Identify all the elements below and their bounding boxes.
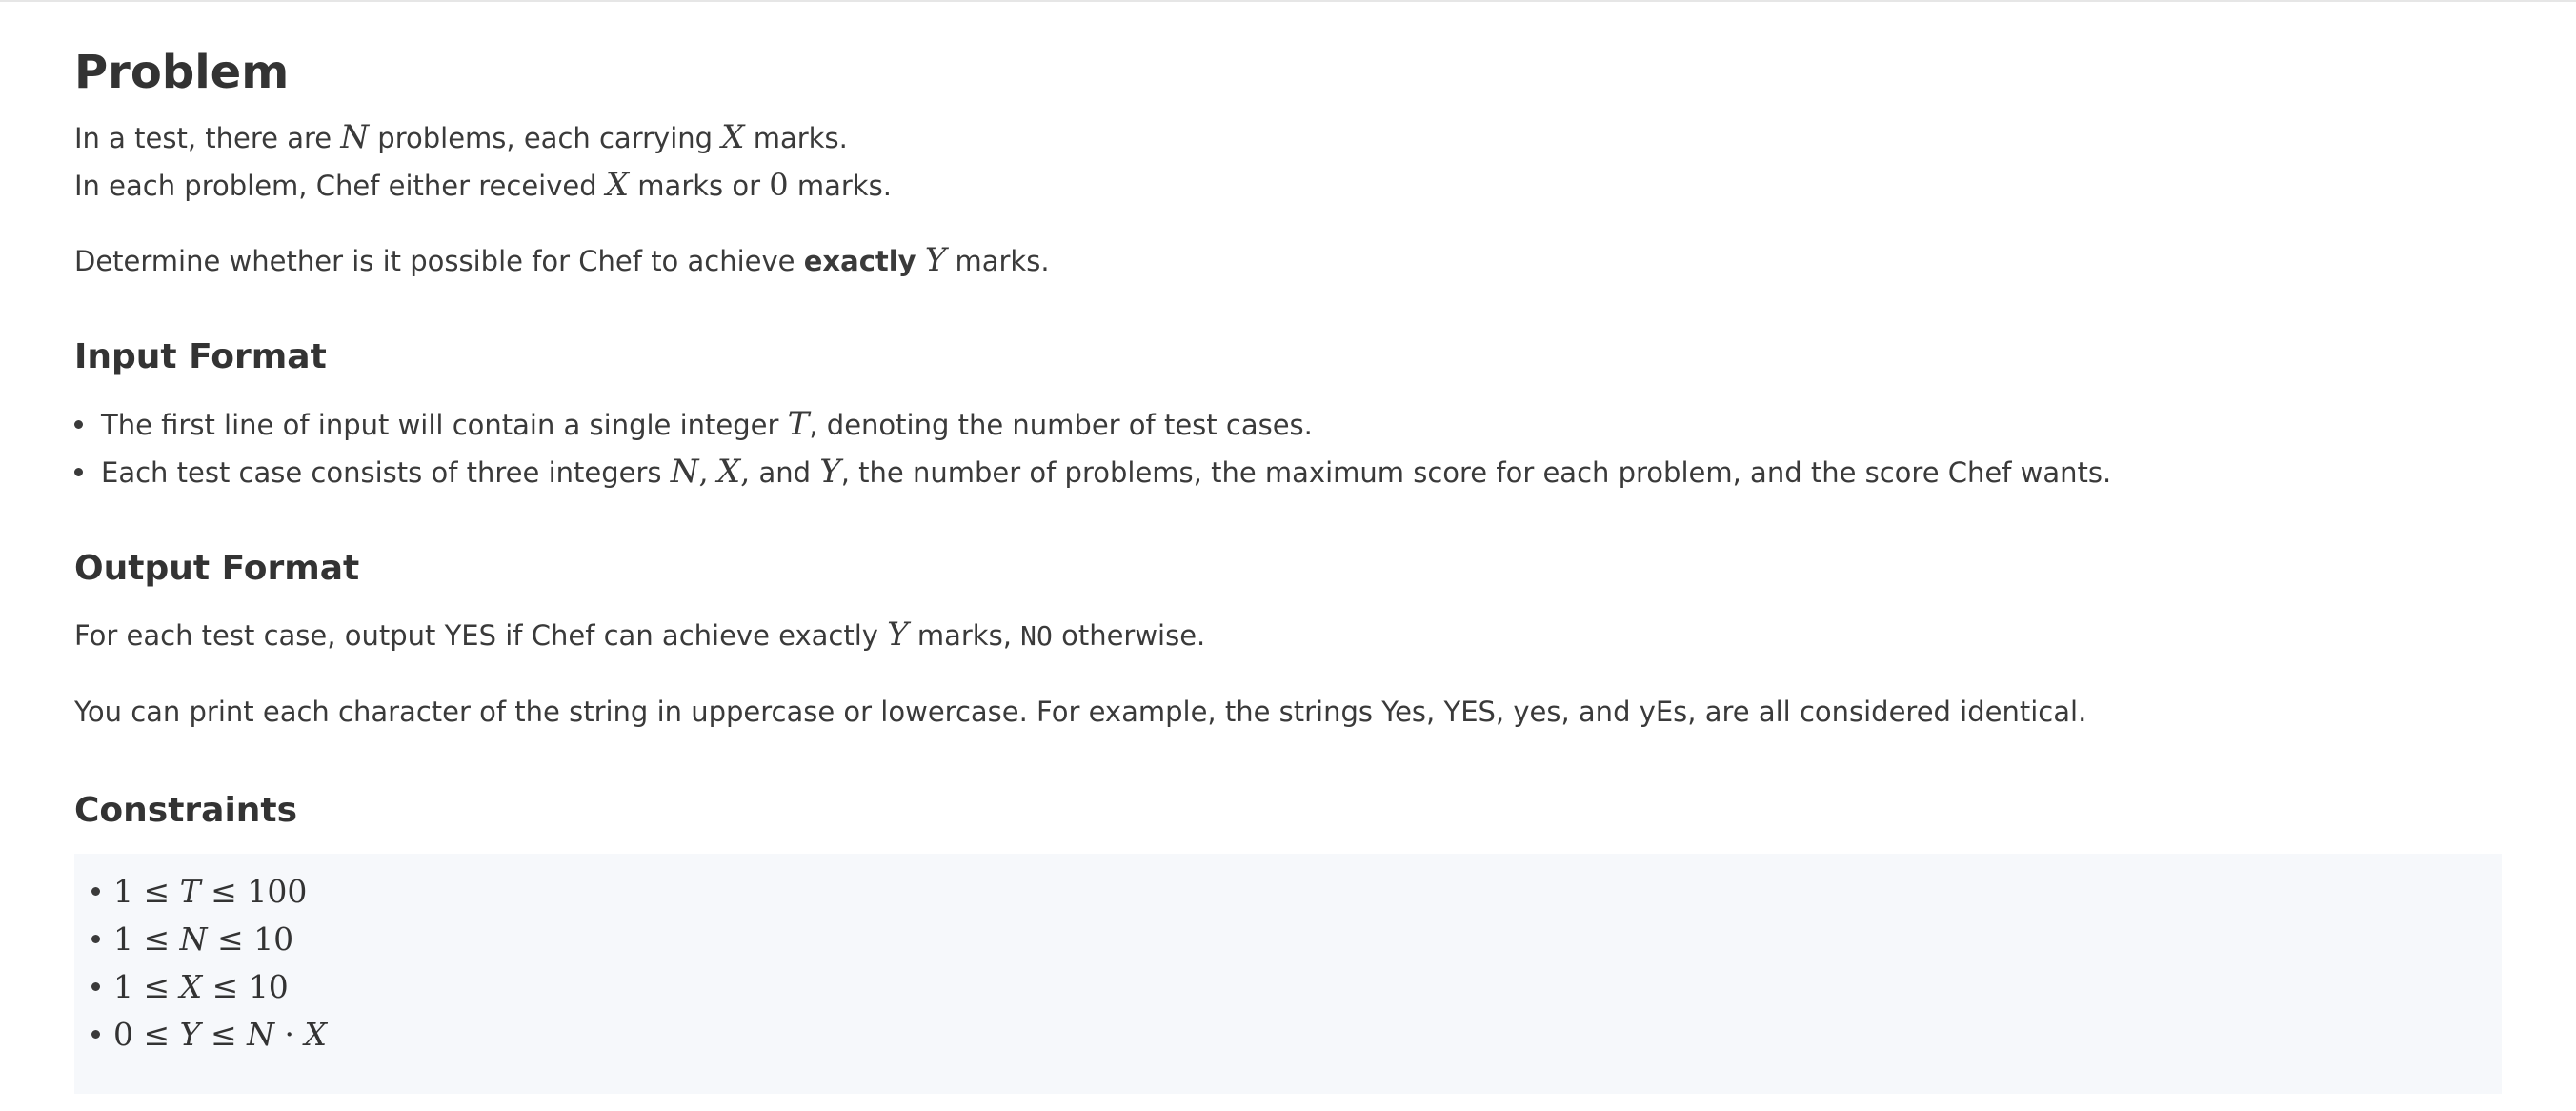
bold-text: exactly: [803, 245, 916, 277]
math-var: X: [716, 453, 741, 491]
math-var: N: [340, 118, 370, 156]
output-line-2: You can print each character of the stri…: [74, 696, 2087, 728]
bullet-icon: [91, 934, 100, 943]
text-segment: , denoting the number of test cases.: [809, 409, 1313, 441]
constraint-rhs: 10: [253, 920, 294, 958]
leq-symbol: ≤: [143, 968, 171, 1005]
constraints-heading: Constraints: [74, 791, 298, 830]
constraint-rhs: 100: [247, 873, 308, 910]
leq-symbol: ≤: [143, 873, 171, 910]
constraint-var: X: [179, 968, 203, 1005]
leq-symbol: ≤: [210, 1016, 237, 1053]
math-var: N: [670, 453, 699, 491]
bullet-icon: [91, 886, 100, 896]
output-format-heading: Output Format: [74, 549, 360, 588]
leq-symbol: ≤: [143, 920, 171, 958]
bullet-icon: [74, 467, 83, 476]
math-var: Y: [819, 453, 841, 491]
constraint-var: N: [247, 1016, 274, 1053]
text-segment: otherwise.: [1052, 619, 1206, 652]
constraint-var: T: [179, 873, 201, 910]
text-segment: In each problem, Chef either received: [74, 170, 606, 202]
problem-heading: Problem: [74, 46, 290, 99]
problem-line-1: In a test, there are N problems, each ca…: [74, 118, 848, 157]
text-segment: marks or: [629, 170, 770, 202]
constraints-box: 1 ≤ T ≤ 100 1 ≤ N ≤ 10 1 ≤ X ≤ 10 0 ≤ Y …: [74, 854, 2502, 1094]
inline-code: NO: [1020, 620, 1053, 652]
leq-symbol: ≤: [143, 1016, 171, 1053]
text-segment: , the number of problems, the maximum sc…: [840, 456, 2112, 489]
text-segment: The first line of input will contain a s…: [101, 409, 788, 441]
math-num: 0: [769, 167, 789, 203]
constraint-var: Y: [179, 1016, 201, 1053]
math-var: Y: [924, 241, 947, 279]
problem-line-2: In each problem, Chef either received X …: [74, 166, 892, 205]
text-segment: marks.: [744, 122, 848, 154]
input-format-heading: Input Format: [74, 337, 327, 376]
math-var: X: [721, 118, 745, 156]
math-var: X: [605, 166, 630, 204]
dot-operator: ·: [284, 1016, 294, 1053]
constraint-lhs: 0: [113, 1016, 133, 1053]
constraint-lhs: 1: [113, 920, 133, 958]
input-bullet-2: Each test case consists of three integer…: [74, 453, 2111, 492]
constraint-item: 1 ≤ N ≤ 10: [91, 918, 293, 961]
text-segment: marks,: [908, 619, 1021, 652]
text-segment: problems, each carrying: [369, 122, 722, 154]
constraint-lhs: 1: [113, 968, 133, 1005]
constraint-item: 1 ≤ T ≤ 100: [91, 870, 307, 914]
constraint-var: N: [179, 920, 208, 958]
math-var: T: [787, 405, 810, 443]
math-var: Y: [887, 616, 909, 654]
leq-symbol: ≤: [217, 920, 244, 958]
text-segment: For each test case, output YES if Chef c…: [74, 619, 888, 652]
text-segment: Each test case consists of three integer…: [101, 456, 671, 489]
text-segment: marks.: [946, 245, 1050, 277]
bullet-icon: [74, 419, 83, 429]
text-segment: Determine whether is it possible for Che…: [74, 245, 804, 277]
text-segment: marks.: [788, 170, 892, 202]
leq-symbol: ≤: [211, 873, 237, 910]
input-bullet-1: The first line of input will contain a s…: [74, 405, 1313, 444]
bullet-icon: [91, 1029, 100, 1039]
text-segment: In a test, there are: [74, 122, 341, 154]
text-segment: and: [750, 456, 820, 489]
constraint-rhs: 10: [248, 968, 289, 1005]
leq-symbol: ≤: [211, 968, 239, 1005]
constraint-item: 0 ≤ Y ≤ N · X: [91, 1013, 327, 1057]
constraint-lhs: 1: [113, 873, 133, 910]
constraint-item: 1 ≤ X ≤ 10: [91, 965, 289, 1009]
top-divider: [0, 0, 2576, 2]
output-line-1: For each test case, output YES if Chef c…: [74, 616, 1205, 656]
bullet-icon: [91, 981, 100, 991]
problem-line-3: Determine whether is it possible for Che…: [74, 241, 1050, 280]
constraint-var: X: [304, 1016, 327, 1053]
